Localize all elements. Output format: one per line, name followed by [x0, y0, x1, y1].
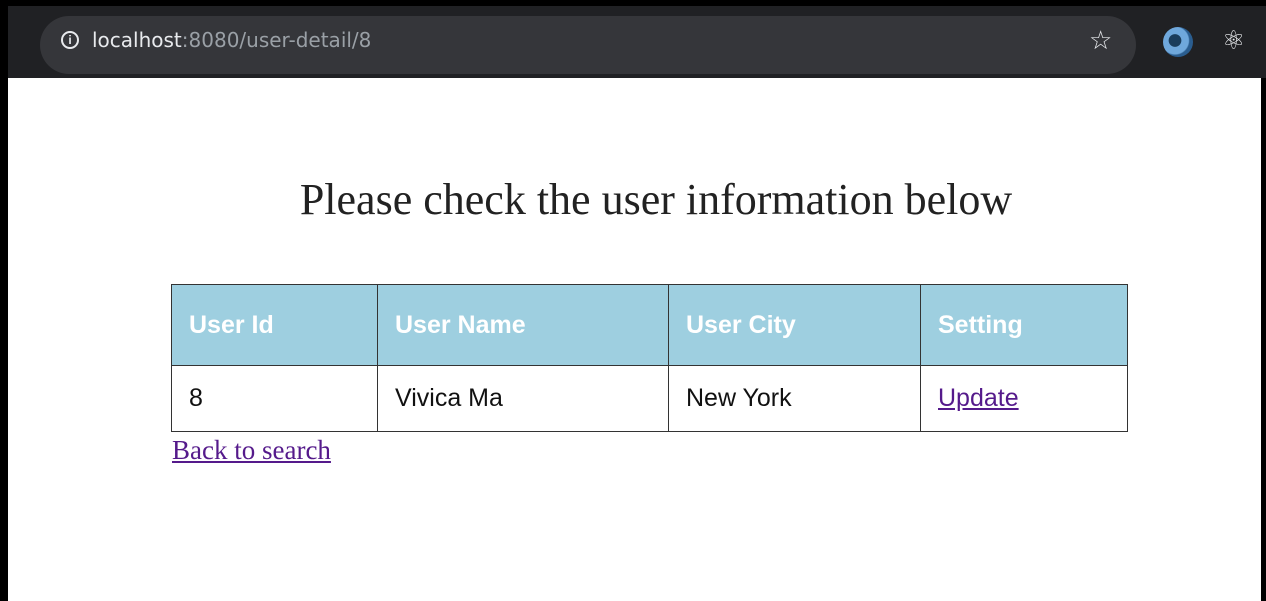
user-table: User Id User Name User City Setting 8 Vi… [171, 284, 1128, 432]
table-header-row: User Id User Name User City Setting [171, 284, 1128, 366]
page-title: Please check the user information below [299, 175, 1013, 224]
url-path: :8080/user-detail/8 [181, 28, 372, 52]
url-text[interactable]: localhost:8080/user-detail/8 [92, 28, 371, 52]
url-host: localhost [92, 28, 182, 52]
update-link[interactable]: Update [938, 384, 1019, 412]
cell-user-name: Vivica Ma [377, 365, 669, 432]
cell-user-city: New York [668, 365, 921, 432]
react-devtools-icon[interactable]: ⚛ [1222, 26, 1245, 56]
back-to-search-link[interactable]: Back to search [172, 434, 331, 466]
cell-setting: Update [920, 365, 1128, 432]
header-setting: Setting [920, 284, 1128, 366]
page-viewport: Please check the user information below … [8, 78, 1261, 601]
table-row: 8 Vivica Ma New York Update [171, 365, 1128, 432]
header-user-id: User Id [171, 284, 378, 366]
info-icon[interactable]: i [61, 31, 79, 49]
browser-window: i localhost:8080/user-detail/8 ☆ ⚛ Pleas… [0, 0, 1266, 601]
header-user-city: User City [668, 284, 921, 366]
star-icon[interactable]: ☆ [1089, 27, 1112, 55]
extension-icon[interactable] [1163, 27, 1193, 57]
cell-user-id: 8 [171, 365, 378, 432]
header-user-name: User Name [377, 284, 669, 366]
